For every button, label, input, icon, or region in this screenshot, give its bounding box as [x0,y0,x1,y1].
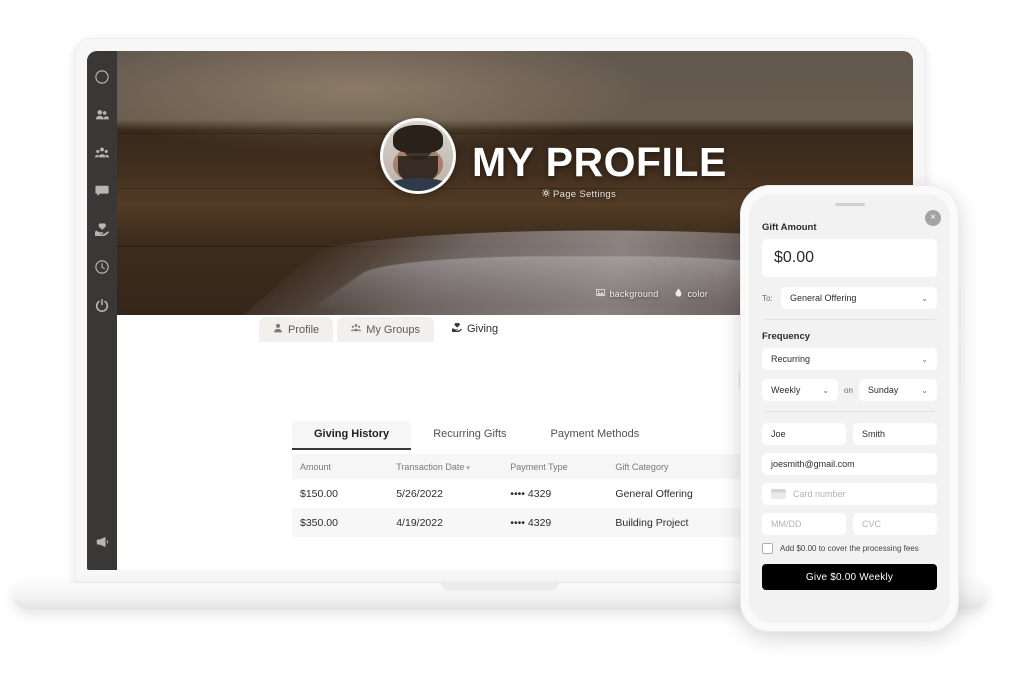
cell-amount: $150.00 [300,487,338,500]
background-button[interactable]: background [596,288,658,299]
sidebar-item-history[interactable] [90,253,114,281]
subtab-recurring-gifts[interactable]: Recurring Gifts [411,421,528,450]
user-icon [273,323,283,336]
processing-fees-checkbox[interactable] [762,543,773,554]
giving-form: Gift Amount $0.00 To: General Offering ⌄… [749,194,950,600]
form-divider-2 [764,411,935,412]
interval-select-value: Weekly [771,385,801,395]
chevron-down-icon: ⌄ [921,385,928,395]
groups-icon [351,323,362,336]
tab-giving[interactable]: Giving [437,315,513,342]
cell-payment-type: •••• 4329 [510,516,552,529]
image-icon [596,288,606,299]
chevron-down-icon: ⌄ [822,385,829,395]
app-sidebar [87,51,117,570]
giving-subtabs: Giving History Recurring Gifts Payment M… [292,421,661,450]
close-icon[interactable]: × [925,210,941,226]
sidebar-item-giving[interactable] [90,215,114,243]
col-transaction-date-label: Transaction Date [396,461,465,472]
day-select[interactable]: Sunday ⌄ [858,379,937,401]
on-label: on [844,385,853,395]
cell-payment-type: •••• 4329 [510,487,552,500]
phone-side-button[interactable] [959,285,961,329]
interval-select[interactable]: Weekly ⌄ [762,379,838,401]
processing-fees-label: Add $0.00 to cover the processing fees [780,544,919,553]
fund-select[interactable]: General Offering ⌄ [781,287,937,309]
fund-row: To: General Offering ⌄ [762,287,937,309]
phone-screen: × Gift Amount $0.00 To: General Offering… [749,194,950,623]
page-settings-link[interactable]: Page Settings [542,189,616,200]
tab-my-groups-label: My Groups [366,323,420,336]
color-button[interactable]: color [674,288,708,299]
hero-tools: background color [596,288,708,299]
profile-tabs: Profile My Groups Giving [259,315,513,342]
credit-card-icon [771,489,786,499]
subtab-giving-history[interactable]: Giving History [292,421,412,450]
fund-select-value: General Offering [790,293,857,303]
tab-my-groups[interactable]: My Groups [337,317,434,342]
gift-amount-input[interactable]: $0.00 [762,239,937,277]
form-divider [764,319,935,320]
laptop-notch [441,583,559,591]
card-number-placeholder: Card number [793,489,846,499]
sidebar-item-groups[interactable] [90,139,114,167]
screenshot-stage: MY PROFILE Page Settings background colo… [0,0,1024,676]
chevron-down-icon: ⌄ [921,354,928,364]
avatar-hair [392,124,444,153]
col-transaction-date[interactable]: Transaction Date ▾ [396,462,510,472]
phone-side-button-2[interactable] [959,343,961,387]
to-label: To: [762,293,773,303]
sidebar-item-messages[interactable] [90,177,114,205]
avatar[interactable] [380,118,456,194]
expiry-input[interactable]: MM/DD [762,513,846,535]
tab-giving-label: Giving [466,322,499,335]
frequency-select[interactable]: Recurring ⌄ [762,348,937,370]
sidebar-item-explore[interactable] [90,63,114,91]
subtab-payment-methods[interactable]: Payment Methods [529,421,662,450]
col-amount: Amount [300,461,332,472]
gift-amount-label: Gift Amount [762,222,817,233]
cell-date: 4/19/2022 [396,516,443,529]
droplet-icon [674,288,683,299]
sort-caret-icon: ▾ [466,464,470,472]
frequency-select-value: Recurring [771,354,811,364]
page-title: MY PROFILE [472,139,727,185]
megaphone-icon[interactable] [90,528,114,556]
email-input[interactable]: joesmith@gmail.com [762,453,937,475]
cell-date: 5/26/2022 [396,487,443,500]
card-details-row: MM/DD CVC [762,513,937,535]
cvc-input[interactable]: CVC [853,513,937,535]
chevron-down-icon: ⌄ [921,293,928,303]
tab-profile-label: Profile [288,323,320,336]
frequency-label: Frequency [762,331,811,342]
giving-icon [451,322,462,335]
last-name-input[interactable]: Smith [853,423,937,445]
card-number-input[interactable]: Card number [762,483,937,505]
tab-profile[interactable]: Profile [259,317,334,342]
interval-row: Weekly ⌄ on Sunday ⌄ [762,379,937,401]
phone-device: × Gift Amount $0.00 To: General Offering… [740,185,961,632]
name-row: Joe Smith [762,423,937,445]
first-name-input[interactable]: Joe [762,423,846,445]
page-settings-label: Page Settings [553,189,617,200]
sidebar-item-signout[interactable] [90,291,114,319]
cell-amount: $350.00 [300,516,338,529]
phone-speaker [834,203,865,206]
sidebar-item-people[interactable] [90,101,114,129]
submit-give-button[interactable]: Give $0.00 Weekly [762,564,937,590]
gear-icon [542,189,550,200]
processing-fees-row[interactable]: Add $0.00 to cover the processing fees [762,543,937,554]
day-select-value: Sunday [867,385,899,395]
color-label: color [687,288,708,299]
col-payment-type: Payment Type [510,461,568,472]
background-label: background [609,288,659,299]
